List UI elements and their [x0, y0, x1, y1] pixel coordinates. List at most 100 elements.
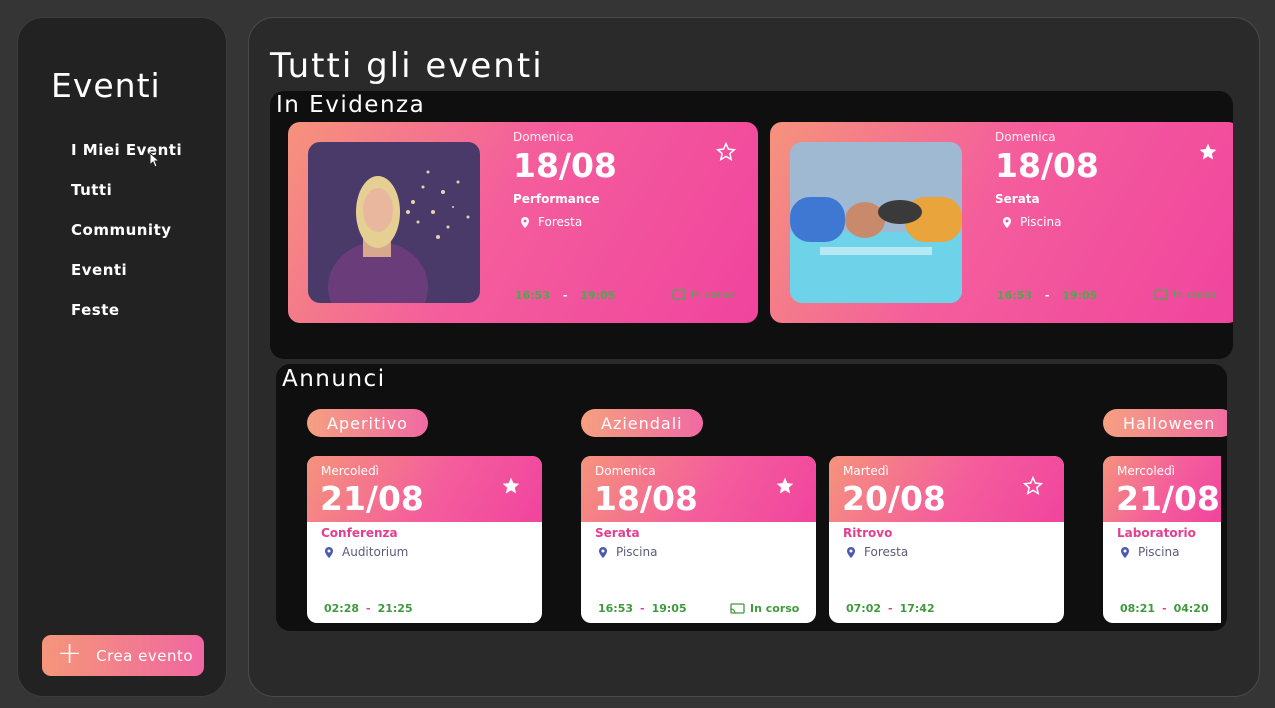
event-day: Mercoledì — [1117, 464, 1176, 478]
event-end-time: 04:20 — [1173, 602, 1209, 615]
location-pin-icon — [847, 546, 855, 558]
event-card[interactable]: Mercoledì 21/08 Conferenza Auditorium 02… — [307, 456, 542, 623]
event-day: Domenica — [995, 130, 1056, 144]
event-start-time: 16:53 — [997, 289, 1033, 302]
featured-section: In Evidenza Domenica 18/08 Performance F… — [270, 91, 1233, 359]
location-pin-icon — [521, 216, 529, 228]
event-time: 07:02-17:42 — [846, 602, 935, 615]
event-start-time: 07:02 — [846, 602, 882, 615]
create-event-label: Crea evento — [96, 646, 194, 665]
event-end-time: 19:05 — [1062, 289, 1098, 302]
star-filled-icon[interactable] — [1198, 142, 1218, 162]
sidebar-title: Eventi — [51, 66, 161, 105]
event-card[interactable]: Martedì 20/08 Ritrovo Foresta 07:02-17:4… — [829, 456, 1064, 623]
category-pill-aziendali[interactable]: Aziendali — [581, 409, 703, 437]
event-category: Laboratorio — [1117, 526, 1196, 540]
nav-item-my-events[interactable]: I Miei Eventi — [71, 141, 182, 181]
time-separator: - — [640, 602, 645, 615]
event-status-label: In corso — [1173, 288, 1217, 301]
nav-item-parties[interactable]: Feste — [71, 301, 182, 341]
star-outline-icon[interactable] — [1023, 476, 1043, 496]
event-end-time: 21:25 — [377, 602, 413, 615]
event-location: Foresta — [521, 215, 582, 229]
event-start-time: 16:53 — [598, 602, 634, 615]
nav-item-all[interactable]: Tutti — [71, 181, 182, 221]
event-location-label: Piscina — [1020, 215, 1062, 229]
event-day: Domenica — [595, 464, 656, 478]
time-separator: - — [888, 602, 893, 615]
event-location-label: Foresta — [538, 215, 583, 229]
time-separator: - — [1044, 289, 1050, 302]
event-location-label: Piscina — [616, 545, 658, 559]
time-separator: - — [562, 289, 568, 302]
event-location: Foresta — [847, 545, 908, 559]
nav-item-events[interactable]: Eventi — [71, 261, 182, 301]
event-category: Ritrovo — [843, 526, 893, 540]
event-time: 08:21-04:20 — [1120, 602, 1209, 615]
event-date: 18/08 — [995, 146, 1099, 185]
sidebar: Eventi I Miei Eventi Tutti Community Eve… — [17, 17, 227, 697]
plus-icon: + — [57, 636, 83, 671]
sidebar-nav: I Miei Eventi Tutti Community Eventi Fes… — [71, 141, 182, 341]
star-filled-icon[interactable] — [501, 476, 521, 496]
time-separator: - — [1162, 602, 1167, 615]
event-status: In corso — [672, 288, 734, 301]
event-time: 16:53 - 19:05 — [515, 289, 615, 302]
star-outline-icon[interactable] — [716, 142, 736, 162]
event-status: In corso — [1154, 288, 1216, 301]
cast-icon — [672, 289, 686, 300]
cast-icon — [1154, 289, 1168, 300]
event-status-label: In corso — [750, 602, 800, 615]
event-start-time: 02:28 — [324, 602, 360, 615]
nav-item-community[interactable]: Community — [71, 221, 182, 261]
featured-card[interactable]: Domenica 18/08 Serata Piscina 16:53 - 19… — [770, 122, 1233, 323]
location-pin-icon — [599, 546, 607, 558]
time-separator: - — [366, 602, 371, 615]
featured-card[interactable]: Domenica 18/08 Performance Foresta 16:53… — [288, 122, 758, 323]
event-status: In corso — [730, 602, 799, 615]
star-filled-icon[interactable] — [775, 476, 795, 496]
woman-blowing-glitter-photo — [308, 142, 480, 303]
event-card[interactable]: Mercoledì 21/08 Laboratorio Piscina 08:2… — [1103, 456, 1221, 623]
event-category: Conferenza — [321, 526, 398, 540]
announcements-title: Annunci — [282, 366, 386, 392]
pool-party-photo — [790, 142, 962, 303]
category-pill-halloween[interactable]: Halloween — [1103, 409, 1227, 437]
event-day: Mercoledì — [321, 464, 380, 478]
page-title: Tutti gli eventi — [270, 46, 544, 86]
mouse-cursor-icon — [149, 152, 159, 168]
event-location: Piscina — [599, 545, 657, 559]
event-location: Piscina — [1121, 545, 1179, 559]
event-day: Domenica — [513, 130, 574, 144]
main-panel: Tutti gli eventi In Evidenza Domenica 18… — [248, 17, 1260, 697]
location-pin-icon — [1121, 546, 1129, 558]
event-end-time: 17:42 — [899, 602, 935, 615]
category-pill-aperitivo[interactable]: Aperitivo — [307, 409, 428, 437]
event-start-time: 16:53 — [515, 289, 551, 302]
create-event-button[interactable]: + Crea evento — [42, 635, 204, 676]
event-card[interactable]: Domenica 18/08 Serata Piscina 16:53-19:0… — [581, 456, 816, 623]
event-date: 21/08 — [320, 479, 424, 518]
event-end-time: 19:05 — [651, 602, 687, 615]
event-time: 16:53 - 19:05 — [997, 289, 1097, 302]
event-location-label: Auditorium — [342, 545, 409, 559]
event-day: Martedì — [843, 464, 889, 478]
event-time: 02:28-21:25 — [324, 602, 413, 615]
event-date: 21/08 — [1116, 479, 1220, 518]
event-date: 20/08 — [842, 479, 946, 518]
event-location: Piscina — [1003, 215, 1061, 229]
event-end-time: 19:05 — [580, 289, 616, 302]
event-date: 18/08 — [513, 146, 617, 185]
event-status-label: In corso — [691, 288, 735, 301]
cast-icon — [730, 603, 745, 614]
location-pin-icon — [325, 546, 333, 558]
event-location: Auditorium — [325, 545, 408, 559]
event-category: Serata — [595, 526, 640, 540]
event-time: 16:53-19:05 — [598, 602, 687, 615]
event-category: Performance — [513, 192, 600, 206]
event-date: 18/08 — [594, 479, 698, 518]
announcements-section: Annunci Aperitivo Aziendali Halloween Me… — [276, 364, 1227, 631]
event-category: Serata — [995, 192, 1040, 206]
location-pin-icon — [1003, 216, 1011, 228]
featured-title: In Evidenza — [276, 92, 426, 118]
